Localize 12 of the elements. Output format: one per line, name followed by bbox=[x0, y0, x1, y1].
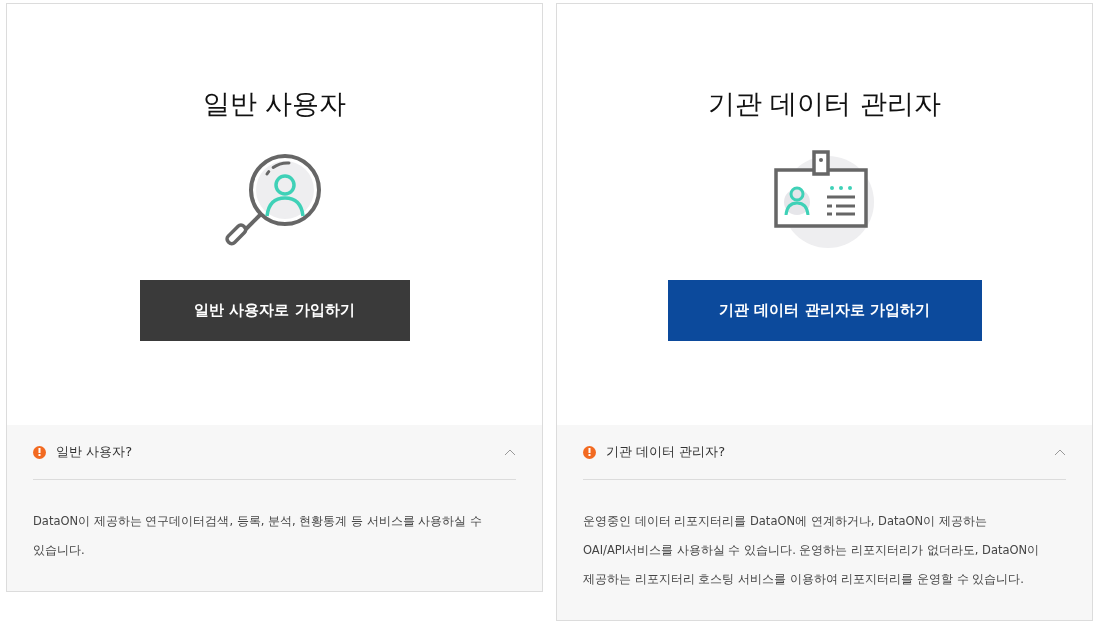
info-title: 기관 데이터 관리자? bbox=[606, 443, 726, 462]
info-description: DataON이 제공하는 연구데이터검색, 등록, 분석, 현황통계 등 서비스를 사용하실 수 있습니다. bbox=[33, 513, 483, 559]
info-description: 운영중인 데이터 리포지터리를 DataON에 연계하거나, DataON이 제공하는 OAI/API서비스를 사용하실 수 있습니다. 운영하는 리포지터리가 없더라도, DataON이 제공하는 리포지터리 호스팅 서비스를 이용하여 리포지터리를 운영할 수 있습니다. bbox=[583, 513, 1041, 588]
signup-button[interactable]: 일반 사용자로 가입하기 bbox=[139, 280, 410, 341]
signup-button[interactable]: 기관 데이터 관리자로 가입하기 bbox=[667, 280, 982, 341]
chevron-up-icon[interactable] bbox=[504, 448, 516, 456]
alert-icon bbox=[33, 445, 46, 459]
card-title: 기관 데이터 관리자 bbox=[707, 87, 942, 121]
card-title: 일반 사용자 bbox=[202, 87, 347, 121]
chevron-up-icon[interactable] bbox=[1054, 448, 1066, 456]
alert-icon bbox=[583, 445, 596, 459]
info-title: 일반 사용자? bbox=[56, 443, 133, 462]
